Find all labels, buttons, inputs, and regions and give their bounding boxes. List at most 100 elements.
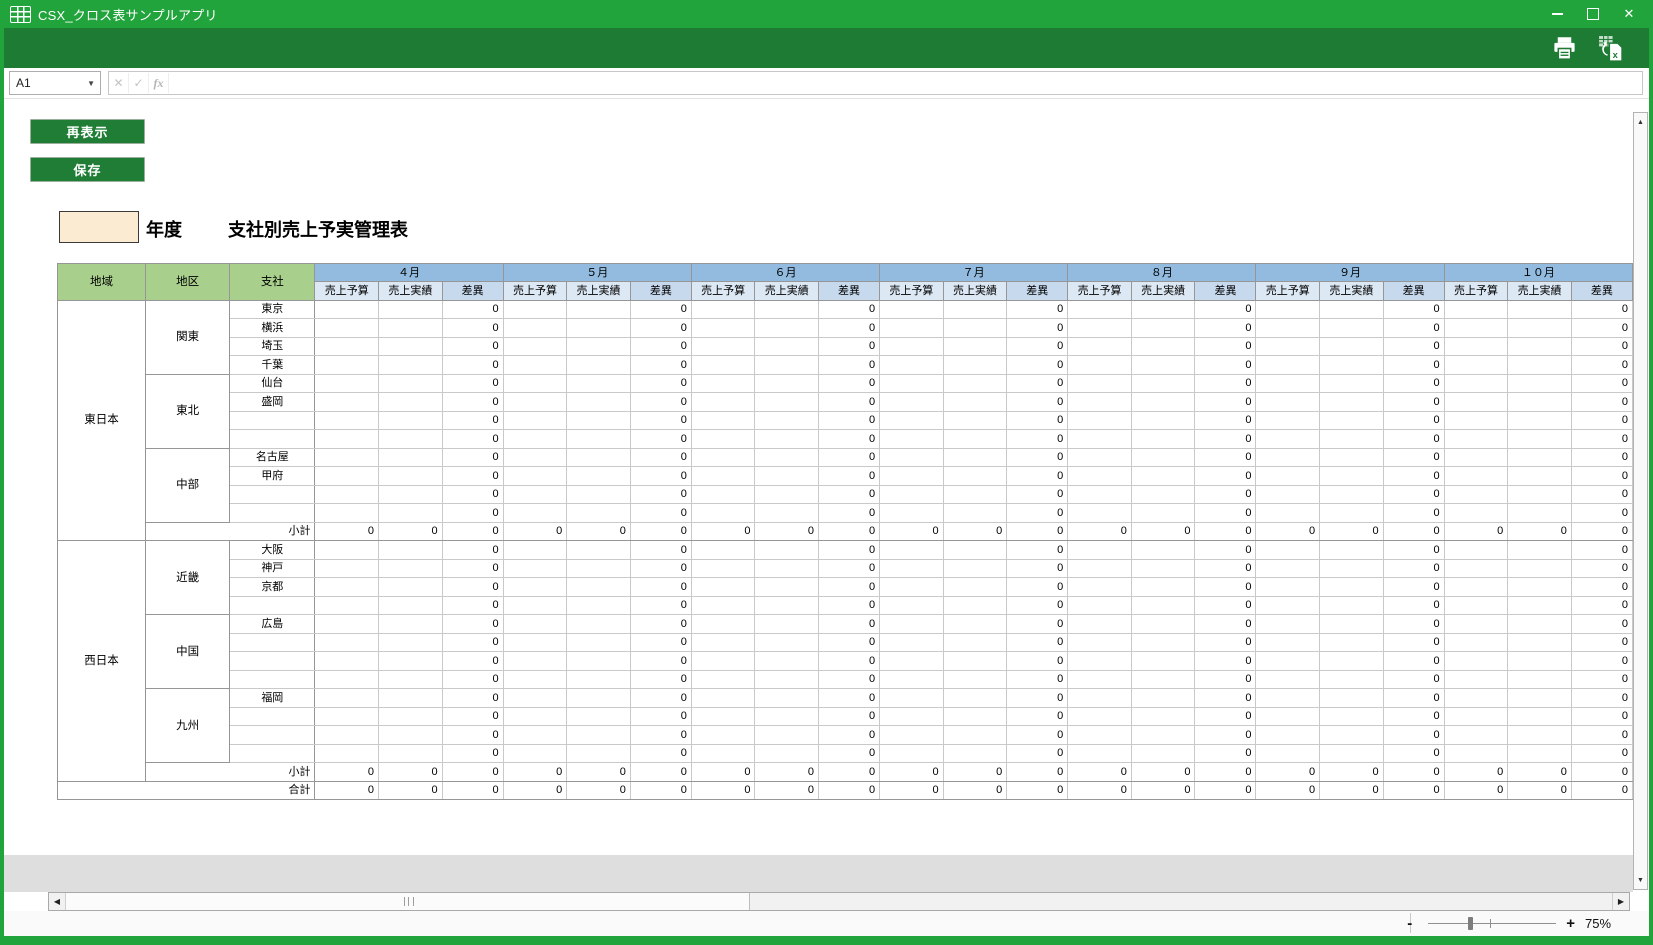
actual-cell[interactable]	[1130, 466, 1196, 486]
diff-cell[interactable]: 0	[629, 558, 692, 578]
budget-cell[interactable]	[1067, 632, 1132, 652]
diff-cell[interactable]: 0	[441, 743, 504, 763]
actual-cell[interactable]	[1319, 688, 1384, 708]
budget-cell[interactable]	[690, 484, 756, 504]
actual-cell[interactable]	[754, 503, 820, 523]
actual-cell[interactable]	[1319, 373, 1384, 393]
actual-cell[interactable]	[1130, 632, 1196, 652]
diff-cell[interactable]: 0	[1382, 447, 1445, 467]
diff-cell[interactable]: 0	[1382, 336, 1445, 356]
diff-cell[interactable]: 0	[1006, 447, 1069, 467]
actual-cell[interactable]	[378, 373, 443, 393]
diff-cell[interactable]: 0	[1194, 706, 1257, 726]
budget-cell[interactable]: 0	[690, 762, 756, 782]
diff-cell[interactable]: 0	[818, 669, 881, 689]
actual-cell[interactable]	[942, 355, 1008, 375]
actual-cell[interactable]	[754, 725, 820, 745]
budget-cell[interactable]	[690, 558, 756, 578]
actual-cell[interactable]	[378, 447, 443, 467]
scroll-right-icon[interactable]: ▶	[1612, 893, 1629, 910]
diff-cell[interactable]: 0	[1006, 762, 1069, 782]
budget-cell[interactable]	[1255, 410, 1321, 430]
diff-cell[interactable]: 0	[441, 651, 504, 671]
budget-cell[interactable]	[1255, 373, 1321, 393]
budget-cell[interactable]	[1067, 429, 1132, 449]
actual-cell[interactable]	[378, 595, 443, 615]
budget-cell[interactable]	[502, 410, 568, 430]
budget-cell[interactable]	[1255, 336, 1321, 356]
save-button[interactable]: 保存	[30, 157, 145, 182]
budget-cell[interactable]	[1067, 614, 1132, 634]
actual-cell[interactable]	[1319, 392, 1384, 412]
diff-cell[interactable]: 0	[818, 706, 881, 726]
actual-cell[interactable]	[754, 447, 820, 467]
budget-cell[interactable]	[879, 725, 944, 745]
diff-cell[interactable]: 0	[1382, 706, 1445, 726]
actual-cell[interactable]	[1319, 336, 1384, 356]
actual-cell[interactable]	[942, 614, 1008, 634]
actual-cell[interactable]	[378, 577, 443, 597]
actual-cell[interactable]	[942, 706, 1008, 726]
diff-cell[interactable]: 0	[1382, 614, 1445, 634]
diff-cell[interactable]: 0	[1194, 484, 1257, 504]
actual-cell[interactable]: 0	[942, 780, 1008, 800]
actual-cell[interactable]	[1130, 614, 1196, 634]
actual-cell[interactable]	[378, 651, 443, 671]
actual-cell[interactable]	[1319, 503, 1384, 523]
budget-cell[interactable]: 0	[1067, 762, 1132, 782]
actual-cell[interactable]	[942, 743, 1008, 763]
budget-cell[interactable]	[314, 336, 380, 356]
diff-cell[interactable]: 0	[1006, 780, 1069, 800]
budget-cell[interactable]	[314, 743, 380, 763]
diff-cell[interactable]: 0	[1006, 669, 1069, 689]
diff-cell[interactable]: 0	[1194, 743, 1257, 763]
diff-cell[interactable]: 0	[1570, 651, 1633, 671]
diff-cell[interactable]: 0	[1570, 392, 1633, 412]
diff-cell[interactable]: 0	[441, 336, 504, 356]
diff-cell[interactable]: 0	[629, 355, 692, 375]
actual-cell[interactable]	[1319, 429, 1384, 449]
budget-cell[interactable]	[1255, 725, 1321, 745]
diff-cell[interactable]: 0	[1570, 669, 1633, 689]
actual-cell[interactable]	[1130, 336, 1196, 356]
budget-cell[interactable]	[1255, 577, 1321, 597]
diff-cell[interactable]: 0	[1570, 521, 1633, 541]
diff-cell[interactable]: 0	[629, 299, 692, 319]
diff-cell[interactable]: 0	[1382, 466, 1445, 486]
actual-cell[interactable]	[754, 373, 820, 393]
diff-cell[interactable]: 0	[818, 632, 881, 652]
budget-cell[interactable]	[314, 429, 380, 449]
diff-cell[interactable]: 0	[1194, 577, 1257, 597]
budget-cell[interactable]	[690, 373, 756, 393]
actual-cell[interactable]	[378, 484, 443, 504]
actual-cell[interactable]	[754, 632, 820, 652]
diff-cell[interactable]: 0	[818, 743, 881, 763]
diff-cell[interactable]: 0	[1382, 669, 1445, 689]
actual-cell[interactable]	[566, 540, 631, 560]
actual-cell[interactable]	[1507, 651, 1572, 671]
actual-cell[interactable]: 0	[754, 762, 820, 782]
actual-cell[interactable]	[1507, 429, 1572, 449]
diff-cell[interactable]: 0	[1194, 410, 1257, 430]
budget-cell[interactable]	[1443, 632, 1509, 652]
diff-cell[interactable]: 0	[1194, 299, 1257, 319]
diff-cell[interactable]: 0	[1570, 743, 1633, 763]
diff-cell[interactable]: 0	[441, 595, 504, 615]
diff-cell[interactable]: 0	[629, 595, 692, 615]
actual-cell[interactable]: 0	[1130, 521, 1196, 541]
actual-cell[interactable]	[754, 484, 820, 504]
budget-cell[interactable]	[502, 614, 568, 634]
diff-cell[interactable]: 0	[1570, 447, 1633, 467]
actual-cell[interactable]	[1507, 355, 1572, 375]
budget-cell[interactable]	[879, 558, 944, 578]
budget-cell[interactable]	[690, 503, 756, 523]
diff-cell[interactable]: 0	[629, 651, 692, 671]
diff-cell[interactable]: 0	[629, 336, 692, 356]
diff-cell[interactable]: 0	[629, 466, 692, 486]
actual-cell[interactable]	[1130, 447, 1196, 467]
actual-cell[interactable]	[942, 540, 1008, 560]
actual-cell[interactable]	[1130, 540, 1196, 560]
actual-cell[interactable]	[1319, 466, 1384, 486]
fx-icon[interactable]: fx	[149, 73, 169, 93]
budget-cell[interactable]	[879, 651, 944, 671]
